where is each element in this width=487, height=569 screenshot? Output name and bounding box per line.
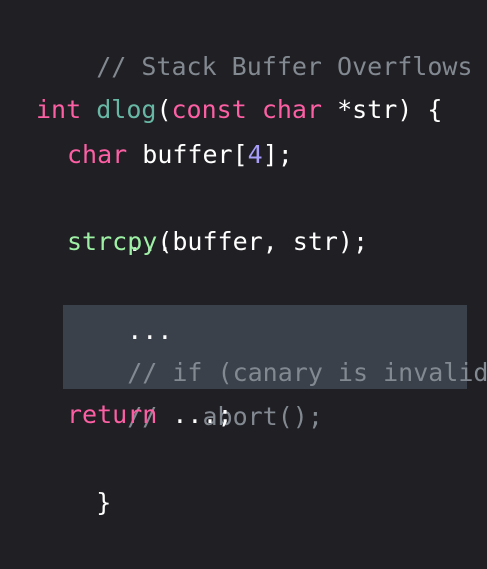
code-line-strcpy: strcpy(buffer, str); [0, 220, 487, 264]
function-name-strcpy: strcpy [67, 227, 158, 256]
code-line-comment-if: // if (canary is invalid) [0, 307, 487, 387]
keyword-int: int [36, 95, 82, 124]
param-str: *str) { [322, 95, 443, 124]
keyword-char: char [261, 95, 323, 124]
paren-open: ( [156, 95, 172, 124]
bracket-close: ]; [262, 140, 293, 169]
code-line-return: return ...; [0, 393, 487, 437]
closing-brace: } [96, 488, 112, 517]
keyword-char-buffer: char [67, 140, 128, 169]
code-line-closing-brace: } [0, 437, 487, 517]
keyword-return: return [67, 400, 158, 429]
identifier-buffer: buffer[ [127, 140, 248, 169]
keyword-const: const [171, 95, 247, 124]
header-comment: // Stack Buffer Overflows [96, 52, 473, 81]
function-name-dlog: dlog [96, 95, 157, 124]
code-line-function-declaration: int dlog(const char *str) { [0, 88, 487, 132]
code-line-buffer-declaration: char buffer[4]; [0, 133, 487, 177]
number-literal-4: 4 [247, 140, 263, 169]
strcpy-args: (buffer, str); [157, 227, 369, 256]
code-editor: // Stack Buffer Overflows int dlog(const… [0, 0, 487, 517]
return-value: ...; [157, 400, 233, 429]
code-line-comment-abort: // abort(); [0, 351, 487, 431]
code-line-ellipsis-1: ... [0, 177, 487, 257]
code-line-header-comment: // Stack Buffer Overflows [0, 1, 487, 81]
code-line-ellipsis-2: ... [0, 265, 487, 345]
